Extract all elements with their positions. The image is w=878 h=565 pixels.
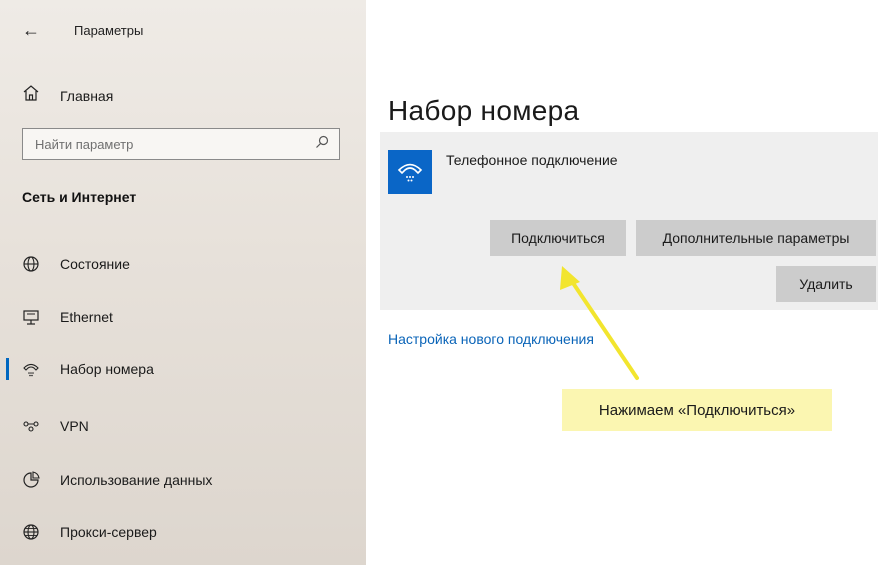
globe-icon <box>22 523 40 541</box>
data-usage-icon <box>22 471 40 489</box>
search-input[interactable]: Найти параметр <box>22 128 340 160</box>
vpn-icon <box>22 417 40 435</box>
sidebar-item-label: VPN <box>60 418 89 434</box>
title-bar: ← Параметры <box>22 18 143 42</box>
sidebar-item-label: Состояние <box>60 256 130 272</box>
globe-status-icon <box>22 255 40 273</box>
dialup-icon <box>22 360 40 378</box>
sidebar-item-proxy[interactable]: Прокси-сервер <box>0 514 366 550</box>
home-label: Главная <box>60 87 114 104</box>
search-icon[interactable] <box>315 135 329 154</box>
app-title: Параметры <box>74 22 144 38</box>
delete-button[interactable]: Удалить <box>776 266 876 302</box>
dialup-connection-icon <box>388 150 432 194</box>
sidebar-item-label: Прокси-сервер <box>60 524 157 540</box>
sidebar-item-vpn[interactable]: VPN <box>0 408 366 444</box>
sidebar-item-ethernet[interactable]: Ethernet <box>0 299 366 335</box>
sidebar-item-status[interactable]: Состояние <box>0 246 366 282</box>
back-arrow-icon[interactable]: ← <box>22 20 52 41</box>
home-icon <box>22 84 40 107</box>
annotation-callout: Нажимаем «Подключиться» <box>562 389 832 431</box>
advanced-options-button[interactable]: Дополнительные параметры <box>636 220 876 256</box>
sidebar-item-label: Использование данных <box>60 472 213 488</box>
page-title: Набор номера <box>388 94 580 126</box>
sidebar-item-data-usage[interactable]: Использование данных <box>0 462 366 498</box>
sidebar-item-dialup[interactable]: Набор номера <box>0 351 366 387</box>
ethernet-icon <box>22 308 40 326</box>
connect-button[interactable]: Подключиться <box>490 220 626 256</box>
sidebar-item-label: Ethernet <box>60 309 113 325</box>
sidebar-item-label: Набор номера <box>60 361 154 377</box>
section-title: Сеть и Интернет <box>22 189 137 205</box>
connection-card[interactable]: Телефонное подключение Подключиться Допо… <box>380 132 878 310</box>
sidebar-item-home[interactable]: Главная <box>22 84 113 107</box>
sidebar: ← Параметры Главная Найти параметр Сеть … <box>0 0 366 565</box>
connection-name: Телефонное подключение <box>446 152 618 168</box>
setup-new-connection-link[interactable]: Настройка нового подключения <box>388 331 594 347</box>
search-placeholder: Найти параметр <box>35 136 134 152</box>
